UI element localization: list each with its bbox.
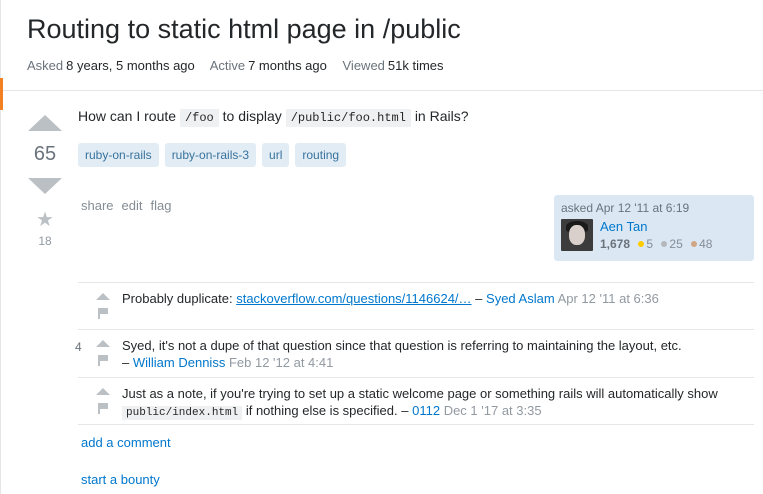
question-body: How can I route /foo to display /public/… xyxy=(78,108,469,127)
asked-time[interactable]: asked Apr 12 '11 at 6:19 xyxy=(561,201,747,215)
comment-body: Syed, it's not a dupe of that question s… xyxy=(122,337,752,371)
vote-count: 65 xyxy=(33,143,57,165)
tag-list: ruby-on-rails ruby-on-rails-3 url routin… xyxy=(78,143,347,167)
body-text: How can I route xyxy=(78,108,177,124)
avatar[interactable] xyxy=(561,219,593,251)
comment-date[interactable]: Feb 12 '12 at 4:41 xyxy=(229,355,333,370)
tag[interactable]: routing xyxy=(295,143,347,167)
active-indicator xyxy=(0,78,3,110)
tag[interactable]: ruby-on-rails-3 xyxy=(164,143,257,167)
comment-text: Syed, it's not a dupe of that question s… xyxy=(122,338,682,353)
owner-user-card: asked Apr 12 '11 at 6:19 Aen Tan 1,678 5… xyxy=(554,195,754,261)
comment-upvote-icon[interactable] xyxy=(96,388,110,395)
asked-value[interactable]: 8 years, 5 months ago xyxy=(66,58,195,73)
comment-separator: – xyxy=(475,291,483,306)
comment-flag-icon[interactable] xyxy=(98,355,108,366)
comment-user[interactable]: William Denniss xyxy=(133,355,225,370)
comment: 4 Syed, it's not a dupe of that question… xyxy=(75,330,754,378)
upvote-icon[interactable] xyxy=(28,115,62,131)
active-value[interactable]: 7 months ago xyxy=(248,58,327,73)
bronze-badge-icon xyxy=(691,241,698,247)
reputation-score: 1,678 xyxy=(600,237,631,251)
comment-text: Probably duplicate: xyxy=(122,291,233,306)
viewed-value: 51k times xyxy=(387,58,444,73)
add-comment-link[interactable]: add a comment xyxy=(81,435,171,450)
tag[interactable]: url xyxy=(262,143,290,167)
comment-body: Just as a note, if you're trying to set … xyxy=(122,385,752,422)
asked-label: Asked xyxy=(27,58,64,73)
comment-list: Probably duplicate: stackoverflow.com/qu… xyxy=(75,282,754,425)
comment-text: if nothing else is specified. xyxy=(245,403,398,418)
start-bounty-link[interactable]: start a bounty xyxy=(81,472,160,487)
comment-body: Probably duplicate: stackoverflow.com/qu… xyxy=(122,290,752,307)
favorite-count: 18 xyxy=(38,234,52,248)
gold-badge-count: 5 xyxy=(646,237,654,251)
share-link[interactable]: share xyxy=(81,198,114,213)
edit-link[interactable]: edit xyxy=(122,198,143,213)
inline-code: public/index.html xyxy=(122,406,243,420)
comment-text: Just as a note, if you're trying to set … xyxy=(122,386,718,401)
flag-link[interactable]: flag xyxy=(151,198,172,213)
body-text: in Rails? xyxy=(414,108,469,124)
post-menu: share edit flag xyxy=(81,198,171,213)
user-reputation-row: 1,678 5 25 48 xyxy=(600,237,712,251)
silver-badge-count: 25 xyxy=(669,237,683,251)
comment: Just as a note, if you're trying to set … xyxy=(78,378,754,425)
comment-score: 4 xyxy=(75,340,82,354)
question-title[interactable]: Routing to static html page in /public xyxy=(27,14,461,45)
comment-link[interactable]: stackoverflow.com/questions/1146624/… xyxy=(236,291,471,306)
comment-upvote-icon[interactable] xyxy=(96,293,110,300)
comment-flag-icon[interactable] xyxy=(98,403,108,414)
comment: Probably duplicate: stackoverflow.com/qu… xyxy=(78,283,754,330)
tag[interactable]: ruby-on-rails xyxy=(78,143,159,167)
user-name[interactable]: Aen Tan xyxy=(600,219,712,234)
active-label: Active xyxy=(209,58,246,73)
comment-separator: – xyxy=(401,403,409,418)
inline-code: /foo xyxy=(179,109,219,127)
favorite-star-icon[interactable]: ★ xyxy=(27,210,63,230)
comment-date[interactable]: Apr 12 '11 at 6:36 xyxy=(558,291,659,306)
bronze-badge-count: 48 xyxy=(699,237,713,251)
body-text: to display xyxy=(222,108,282,124)
comment-upvote-icon[interactable] xyxy=(96,340,110,347)
downvote-icon[interactable] xyxy=(28,178,62,194)
comment-flag-icon[interactable] xyxy=(98,308,108,319)
comment-separator: – xyxy=(122,355,130,370)
comment-user[interactable]: 0112 xyxy=(412,403,440,418)
vote-cell: 65 ★ 18 xyxy=(27,115,63,248)
comment-user[interactable]: Syed Aslam xyxy=(486,291,555,306)
viewed-label: Viewed xyxy=(342,58,385,73)
page-left-border xyxy=(0,0,1,494)
header-divider xyxy=(3,90,763,91)
inline-code: /public/foo.html xyxy=(285,109,411,127)
silver-badge-icon xyxy=(661,241,668,247)
gold-badge-icon xyxy=(638,241,645,247)
comment-date[interactable]: Dec 1 '17 at 3:35 xyxy=(444,403,542,418)
question-meta: Asked 8 years, 5 months ago Active 7 month… xyxy=(27,58,456,73)
